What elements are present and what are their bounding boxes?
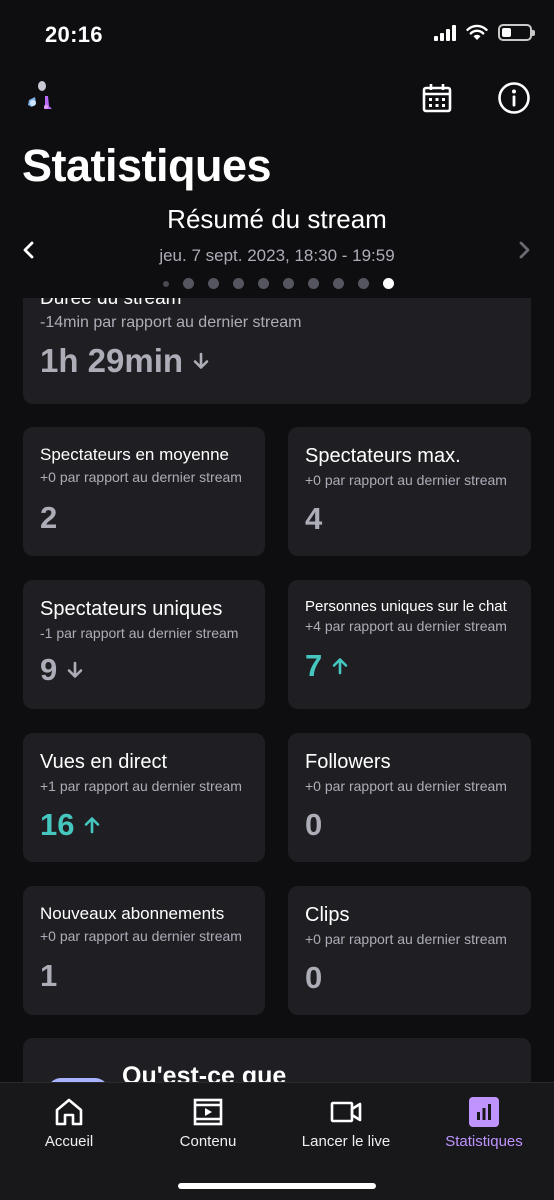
arrow-up-icon — [84, 816, 100, 834]
stat-value-text: 0 — [305, 807, 323, 842]
stat-card-new-subscriptions: Nouveaux abonnements +0 par rapport au d… — [23, 886, 265, 1015]
stat-value-text: 1h 29min — [40, 342, 184, 379]
stat-title: Personnes uniques sur le chat — [305, 598, 507, 615]
stat-comparison: -14min par rapport au dernier stream — [40, 314, 302, 331]
stat-comparison: +0 par rapport au dernier stream — [40, 469, 242, 485]
stat-value: 9 — [40, 652, 83, 688]
pagination-dots[interactable] — [0, 278, 554, 289]
pagination-dot[interactable] — [282, 278, 294, 289]
cellular-signal-icon — [434, 24, 456, 41]
stat-value: 1h 29min — [40, 342, 209, 380]
stream-summary-header: Résumé du stream jeu. 7 sept. 2023, 18:3… — [0, 202, 554, 297]
arrow-down-icon — [67, 661, 83, 679]
status-bar: 20:16 — [0, 0, 554, 70]
summary-title: Résumé du stream — [167, 204, 387, 234]
nav-item-statistics[interactable]: Statistiques — [415, 1095, 553, 1150]
stat-title: Spectateurs en moyenne — [40, 445, 230, 464]
pagination-dot[interactable] — [357, 278, 369, 289]
stat-value: 0 — [305, 960, 322, 996]
stats-icon — [467, 1095, 501, 1129]
page-title: Statistiques — [22, 140, 272, 191]
calendar-icon — [422, 84, 452, 113]
info-button[interactable] — [496, 80, 532, 116]
stat-title: Durée du stream — [40, 298, 182, 309]
stat-comparison: +0 par rapport au dernier stream — [305, 472, 507, 488]
status-icons — [434, 24, 535, 41]
video-camera-icon — [329, 1095, 363, 1129]
info-icon — [498, 82, 530, 114]
arrow-up-icon — [332, 657, 348, 675]
battery-level — [502, 28, 512, 37]
stat-value-text: 4 — [305, 501, 323, 536]
previous-stream-button[interactable] — [17, 238, 41, 262]
stat-comparison: +0 par rapport au dernier stream — [305, 931, 507, 947]
pagination-dot[interactable] — [232, 278, 244, 289]
stat-card-live-views: Vues en direct +1 par rapport au dernier… — [23, 733, 265, 862]
stat-value: 16 — [40, 807, 100, 843]
stat-value: 7 — [305, 648, 348, 684]
stats-scroll-area[interactable]: Durée du stream -14min par rapport au de… — [0, 298, 554, 1082]
stat-value-text: 16 — [40, 807, 75, 842]
stat-comparison: +4 par rapport au dernier stream — [305, 618, 507, 634]
stat-value-text: 1 — [40, 958, 58, 993]
chevron-left-icon — [23, 241, 34, 259]
pagination-dot[interactable] — [382, 278, 394, 289]
stat-card-max-viewers: Spectateurs max. +0 par rapport au derni… — [288, 427, 531, 556]
stat-card-followers: Followers +0 par rapport au dernier stre… — [288, 733, 531, 862]
home-icon — [52, 1095, 86, 1129]
nav-item-go-live[interactable]: Lancer le live — [277, 1095, 415, 1150]
film-icon — [191, 1095, 225, 1129]
stat-title: Followers — [305, 751, 391, 773]
calendar-button[interactable] — [419, 80, 455, 116]
battery-icon — [498, 24, 535, 41]
stat-value: 0 — [305, 807, 322, 843]
home-indicator — [178, 1183, 376, 1189]
wifi-icon — [466, 24, 488, 40]
help-promo-card[interactable]: Qu'est-ce que — [23, 1038, 531, 1082]
stat-comparison: +0 par rapport au dernier stream — [40, 928, 242, 944]
stat-value-text: 7 — [305, 648, 323, 683]
summary-date: jeu. 7 sept. 2023, 18:30 - 19:59 — [159, 246, 395, 265]
stat-value: 1 — [40, 958, 57, 994]
stat-card-clips: Clips +0 par rapport au dernier stream 0 — [288, 886, 531, 1015]
stat-value: 4 — [305, 501, 322, 537]
stat-comparison: -1 par rapport au dernier stream — [40, 625, 239, 641]
promo-title: Qu'est-ce que — [122, 1062, 287, 1082]
arrow-down-icon — [193, 352, 209, 370]
stat-comparison: +1 par rapport au dernier stream — [40, 778, 242, 794]
nav-item-content[interactable]: Contenu — [139, 1095, 277, 1150]
pagination-dot[interactable] — [207, 278, 219, 289]
nav-item-home[interactable]: Accueil — [0, 1095, 138, 1150]
nav-label: Statistiques — [445, 1133, 523, 1150]
stat-comparison: +0 par rapport au dernier stream — [305, 778, 507, 794]
stat-card-unique-viewers: Spectateurs uniques -1 par rapport au de… — [23, 580, 265, 709]
stat-value: 2 — [40, 500, 57, 536]
next-stream-button[interactable] — [512, 238, 536, 262]
status-time: 20:16 — [45, 22, 103, 47]
nav-label: Lancer le live — [301, 1133, 391, 1150]
nav-label: Contenu — [179, 1133, 237, 1150]
avatar-image — [28, 81, 52, 109]
pagination-dot[interactable] — [307, 278, 319, 289]
pagination-dot[interactable] — [162, 280, 169, 287]
stat-title: Nouveaux abonnements — [40, 904, 225, 923]
stat-card-avg-viewers: Spectateurs en moyenne +0 par rapport au… — [23, 427, 265, 556]
top-bar — [0, 74, 554, 120]
pagination-dot[interactable] — [257, 278, 269, 289]
chevron-right-icon — [519, 241, 530, 259]
nav-label: Accueil — [44, 1133, 94, 1150]
pagination-dot[interactable] — [182, 278, 194, 289]
stat-title: Clips — [305, 904, 350, 926]
stat-title: Vues en direct — [40, 751, 168, 773]
avatar[interactable] — [24, 76, 66, 118]
stat-title: Spectateurs uniques — [40, 598, 223, 620]
stat-title: Spectateurs max. — [305, 445, 461, 467]
stat-value-text: 0 — [305, 960, 323, 995]
stat-card-duration: Durée du stream -14min par rapport au de… — [23, 298, 531, 404]
stat-card-unique-chatters: Personnes uniques sur le chat +4 par rap… — [288, 580, 531, 709]
stat-value-text: 2 — [40, 500, 58, 535]
pagination-dot[interactable] — [332, 278, 344, 289]
stat-value-text: 9 — [40, 652, 58, 687]
